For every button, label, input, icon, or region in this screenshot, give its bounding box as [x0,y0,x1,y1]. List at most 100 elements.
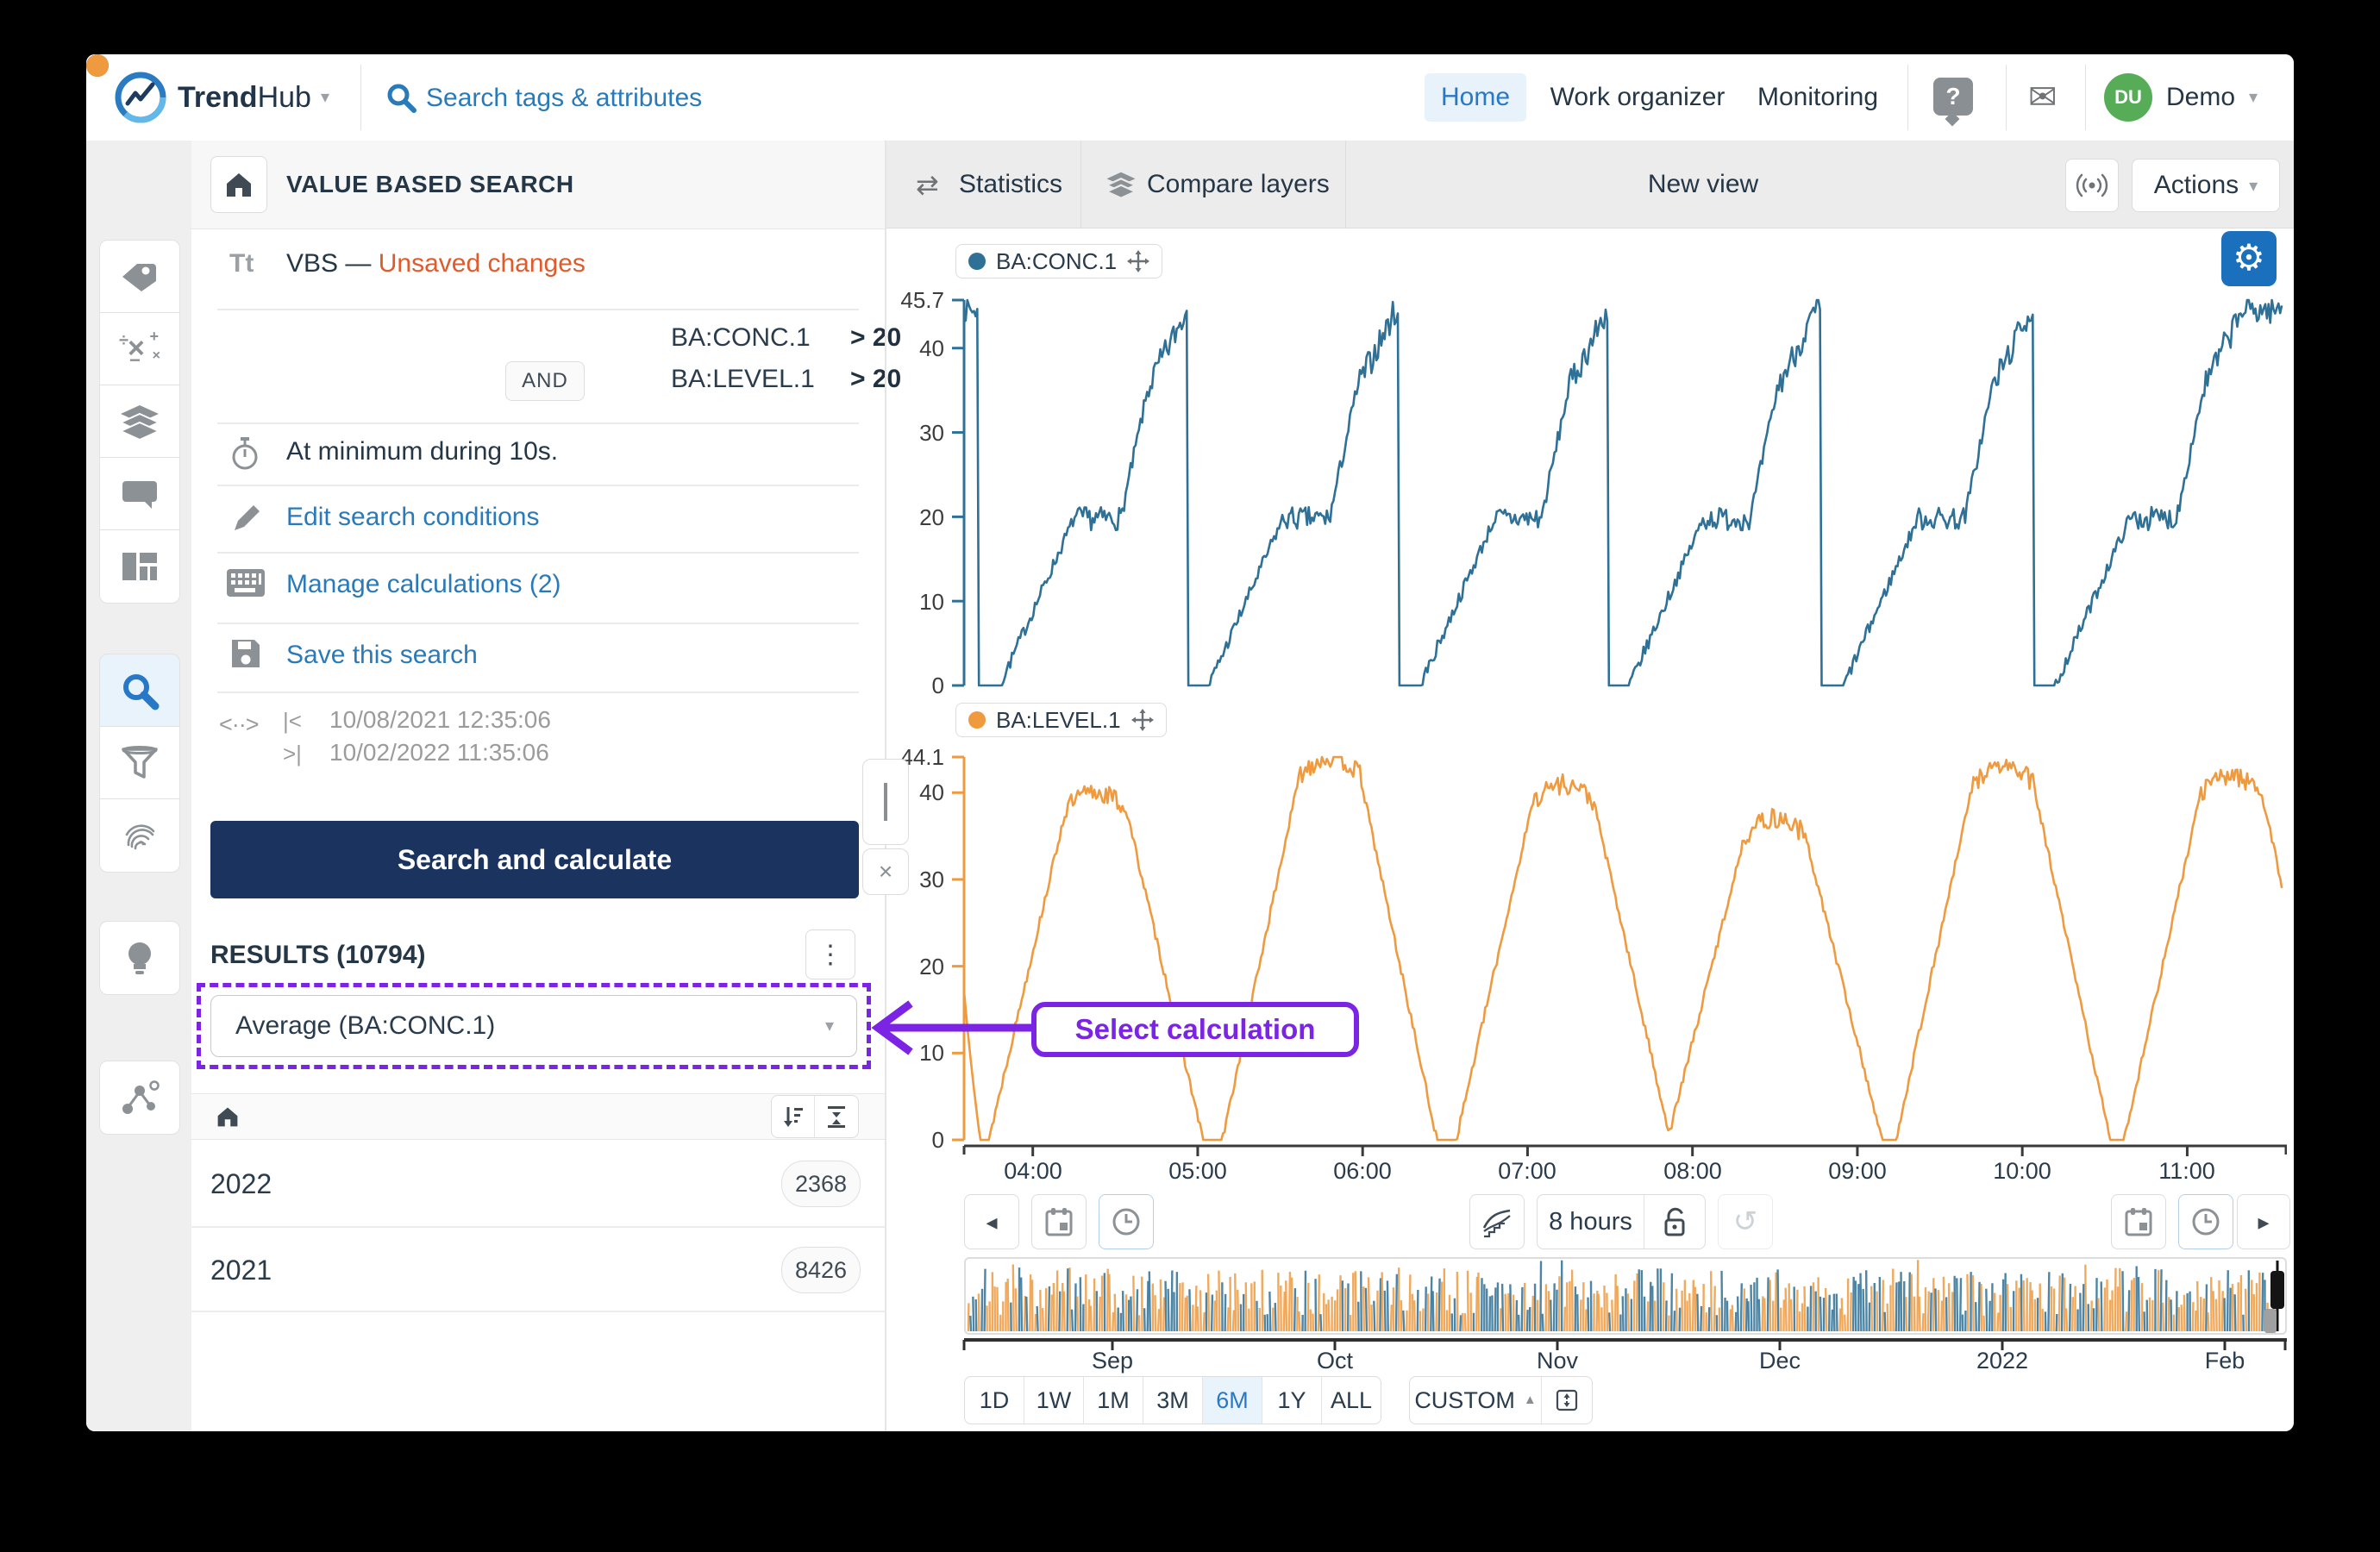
panel-title: VALUE BASED SEARCH [286,141,574,228]
pan-left-button[interactable]: ◂ [964,1194,1019,1249]
user-name[interactable]: Demo [2166,54,2235,141]
rail-tags-button[interactable] [99,240,180,314]
avatar[interactable]: DU [2104,73,2152,122]
stopwatch-icon [228,435,262,472]
unlock-icon [1660,1206,1689,1237]
zoom-1y[interactable]: 1Y [1262,1377,1322,1424]
results-kebab-menu-button[interactable]: ⋮ [805,929,855,979]
zoom-1w[interactable]: 1W [1024,1377,1084,1424]
overview-handle-knob[interactable] [2264,1309,2277,1333]
rail-layers-button[interactable] [99,385,180,459]
calendar-end-button[interactable] [2111,1194,2166,1249]
layers-icon [119,404,160,440]
x-tick-label: 05:00 [1150,1158,1245,1185]
duration-value[interactable]: 8 hours [1538,1195,1644,1248]
range-end-timestamp: 10/02/2022 11:35:06 [329,739,549,767]
divider [217,485,859,486]
skip-to-start-icon[interactable]: |< [283,708,302,735]
results-sort-group [771,1095,859,1138]
home-column-icon [216,1105,240,1128]
nav-monitoring[interactable]: Monitoring [1749,73,1887,122]
x-axis [949,1142,2287,1168]
chartbar-separator [1080,141,1081,228]
condition-tag: BA:LEVEL.1 [671,365,815,394]
overview-month-label: Dec [1728,1348,1832,1374]
save-this-search-link[interactable]: Save this search [286,641,478,670]
rail-dashboard-button[interactable] [99,529,180,604]
results-table-header [191,1093,885,1140]
calculation-select[interactable]: Average (BA:CONC.1) ▾ [210,995,857,1057]
rail-fingerprint-button[interactable] [99,798,180,873]
zoom-custom[interactable]: CUSTOM ▲ [1410,1377,1542,1424]
custom-label: CUSTOM [1414,1377,1515,1424]
overview-month-label: Feb [2173,1348,2277,1374]
rail-context-button[interactable] [99,1061,180,1135]
x-tick-label: 10:00 [1975,1158,2070,1185]
calendar-start-button[interactable] [1031,1194,1087,1249]
nav-work-organizer[interactable]: Work organizer [1545,73,1730,122]
zoom-3m[interactable]: 3M [1143,1377,1203,1424]
panel-close-button[interactable]: × [862,848,909,895]
legend-level[interactable]: BA:LEVEL.1 [955,703,1167,737]
collapse-rows-icon [825,1105,848,1128]
move-icon[interactable] [1127,250,1149,272]
search-input[interactable] [424,76,1083,121]
series-dot-level [86,54,109,77]
chart-conc[interactable] [949,287,2287,697]
divider [217,623,859,624]
tab-statistics[interactable]: Statistics [959,141,1062,228]
mail-icon[interactable]: ✉ [2028,54,2057,141]
help-icon[interactable]: ? [1933,78,1973,116]
edit-search-conditions-link[interactable]: Edit search conditions [286,503,540,532]
rail-search-button[interactable] [99,654,180,728]
user-menu-caret-icon[interactable]: ▾ [2249,54,2258,141]
brand-rest: Hub [258,81,311,114]
sort-button[interactable] [772,1096,815,1137]
rail-formulas-button[interactable]: ÷+×−× [99,312,180,386]
lock-duration-button[interactable] [1644,1195,1705,1248]
clock-start-button[interactable] [1099,1194,1154,1249]
rail-comments-button[interactable] [99,457,180,531]
zoom-1d[interactable]: 1D [965,1377,1024,1424]
brand-caret-icon[interactable]: ▾ [321,54,329,141]
calendar-icon [2123,1206,2154,1237]
save-icon [229,637,262,670]
fit-view-button[interactable] [1542,1377,1592,1424]
statistics-swap-icon: ⇄ [916,141,939,228]
trend-overlay-button[interactable] [1469,1194,1525,1249]
result-year: 2021 [210,1255,272,1286]
home-icon [224,171,254,198]
rail-insights-button[interactable] [99,921,180,995]
topbar-divider [2085,65,2086,130]
legend-conc[interactable]: BA:CONC.1 [955,244,1162,278]
node-graph-icon [119,1079,160,1117]
pan-right-button[interactable]: ▸ [2237,1194,2290,1249]
zoom-6m[interactable]: 6M [1203,1377,1262,1424]
overview-strip[interactable] [964,1257,2287,1335]
chart-settings-button[interactable]: ⚙ [2221,231,2277,286]
live-mode-button[interactable] [2065,159,2119,212]
overview-month-label: Sep [1061,1348,1164,1374]
formula-icon: ÷+×−× [119,329,160,370]
view-title: New view [1574,141,1832,228]
move-icon[interactable] [1131,709,1154,731]
skip-to-end-icon[interactable]: >| [283,741,302,767]
actions-button[interactable]: Actions ▾ [2132,159,2280,212]
nav-home[interactable]: Home [1425,73,1526,122]
funnel-icon [120,745,160,781]
tab-compare-layers[interactable]: Compare layers [1147,141,1330,228]
collapse-button[interactable] [815,1096,858,1137]
search-and-calculate-button[interactable]: Search and calculate [210,821,859,898]
clock-end-button[interactable] [2178,1194,2233,1249]
text-style-icon[interactable]: Tt [229,249,254,278]
chart-level[interactable] [949,744,2287,1151]
manage-calculations-link[interactable]: Manage calculations (2) [286,570,561,599]
trendhub-logo-icon [114,71,167,124]
rail-filter-button[interactable] [99,726,180,800]
panel-home-button[interactable] [210,156,267,213]
app-window: TrendHub ▾ Home Work organizer Monitorin… [86,54,2294,1431]
zoom-1m[interactable]: 1M [1084,1377,1143,1424]
history-button[interactable]: ↺ [1718,1194,1773,1249]
splitter-grip[interactable] [862,759,909,845]
zoom-all[interactable]: ALL [1322,1377,1381,1424]
